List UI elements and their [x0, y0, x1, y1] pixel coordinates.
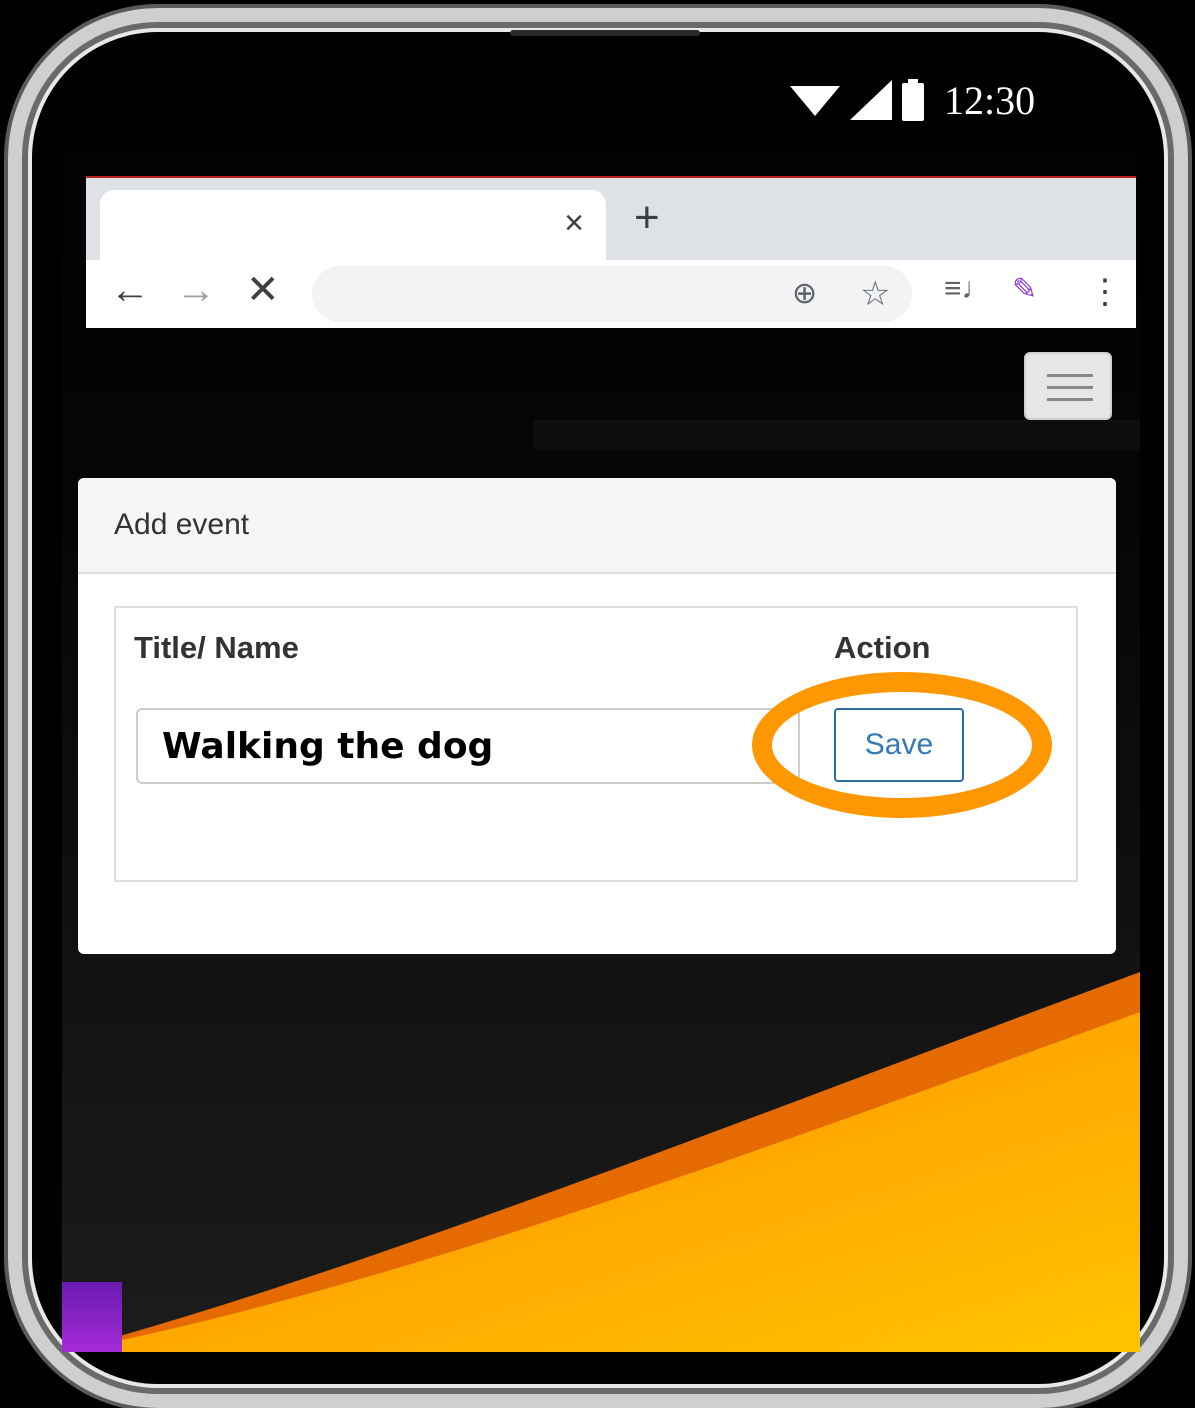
nav-strip: [534, 420, 1140, 450]
browser-toolbar: ← → ✕ ⊕ ☆ ≡♩ ✎ ⋮: [86, 260, 1136, 328]
forward-icon[interactable]: →: [176, 270, 216, 310]
extension-icon[interactable]: ✎: [1012, 272, 1037, 307]
background-wave: [62, 972, 1140, 1352]
purple-accent: [62, 1282, 122, 1352]
add-event-card: Add event Title/ Name Action Save: [78, 478, 1116, 954]
tab-close-icon[interactable]: ×: [564, 204, 584, 243]
address-bar[interactable]: ⊕ ☆: [312, 266, 912, 322]
wifi-icon: [790, 86, 840, 116]
menu-icon[interactable]: [1024, 352, 1112, 420]
battery-icon: [902, 79, 924, 121]
zoom-icon[interactable]: ⊕: [792, 276, 817, 311]
signal-icon: [850, 80, 892, 120]
bookmark-star-icon[interactable]: ☆: [860, 274, 890, 314]
column-header-title: Title/ Name: [134, 630, 299, 665]
browser-chrome: × + ← → ✕ ⊕ ☆ ≡♩ ✎ ⋮: [86, 176, 1136, 328]
media-controls-icon[interactable]: ≡♩: [944, 272, 992, 306]
stop-icon[interactable]: ✕: [246, 270, 280, 310]
status-bar: 12:30: [790, 77, 1036, 123]
card-header: Add event: [78, 478, 1116, 574]
status-time: 12:30: [944, 77, 1036, 123]
overflow-menu-icon[interactable]: ⋮: [1088, 272, 1122, 312]
browser-tab[interactable]: ×: [100, 190, 606, 260]
event-form-table: Title/ Name Action Save: [114, 606, 1078, 882]
back-icon[interactable]: ←: [110, 270, 150, 310]
column-header-action: Action: [834, 630, 931, 665]
phone-speaker: [510, 30, 700, 36]
save-button[interactable]: Save: [834, 708, 964, 782]
new-tab-button[interactable]: +: [634, 196, 660, 240]
title-input[interactable]: [136, 708, 800, 784]
